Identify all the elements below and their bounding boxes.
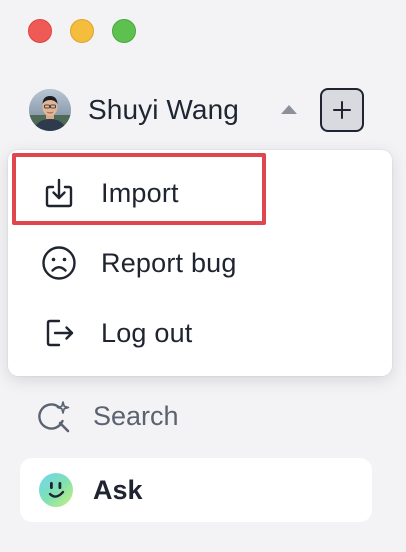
search-sparkle-icon (36, 399, 72, 435)
menu-item-log-out[interactable]: Log out (8, 302, 392, 364)
menu-item-label: Log out (101, 317, 193, 348)
menu-item-label: Import (101, 177, 179, 208)
nav-ask-label: Ask (93, 475, 143, 505)
frown-face-icon (41, 245, 77, 281)
avatar[interactable] (29, 89, 71, 131)
zoom-window-button[interactable] (112, 19, 136, 43)
nav-search[interactable]: Search (36, 395, 356, 439)
plus-icon (333, 101, 351, 119)
user-name[interactable]: Shuyi Wang (88, 94, 239, 126)
nav-ask[interactable]: Ask (20, 458, 372, 522)
ask-assistant-icon (38, 472, 74, 508)
caret-up-icon[interactable] (281, 105, 297, 114)
window-controls (28, 19, 136, 43)
menu-item-import[interactable]: Import (8, 162, 392, 224)
close-window-button[interactable] (28, 19, 52, 43)
logout-icon (41, 315, 77, 351)
add-button[interactable] (320, 88, 364, 132)
menu-item-label: Report bug (101, 247, 237, 278)
menu-item-report-bug[interactable]: Report bug (8, 232, 392, 294)
minimize-window-button[interactable] (70, 19, 94, 43)
account-menu: Import Report bug Log out (8, 150, 392, 376)
account-header: Shuyi Wang (29, 88, 369, 132)
import-icon (41, 175, 77, 211)
nav-search-label: Search (93, 401, 179, 431)
